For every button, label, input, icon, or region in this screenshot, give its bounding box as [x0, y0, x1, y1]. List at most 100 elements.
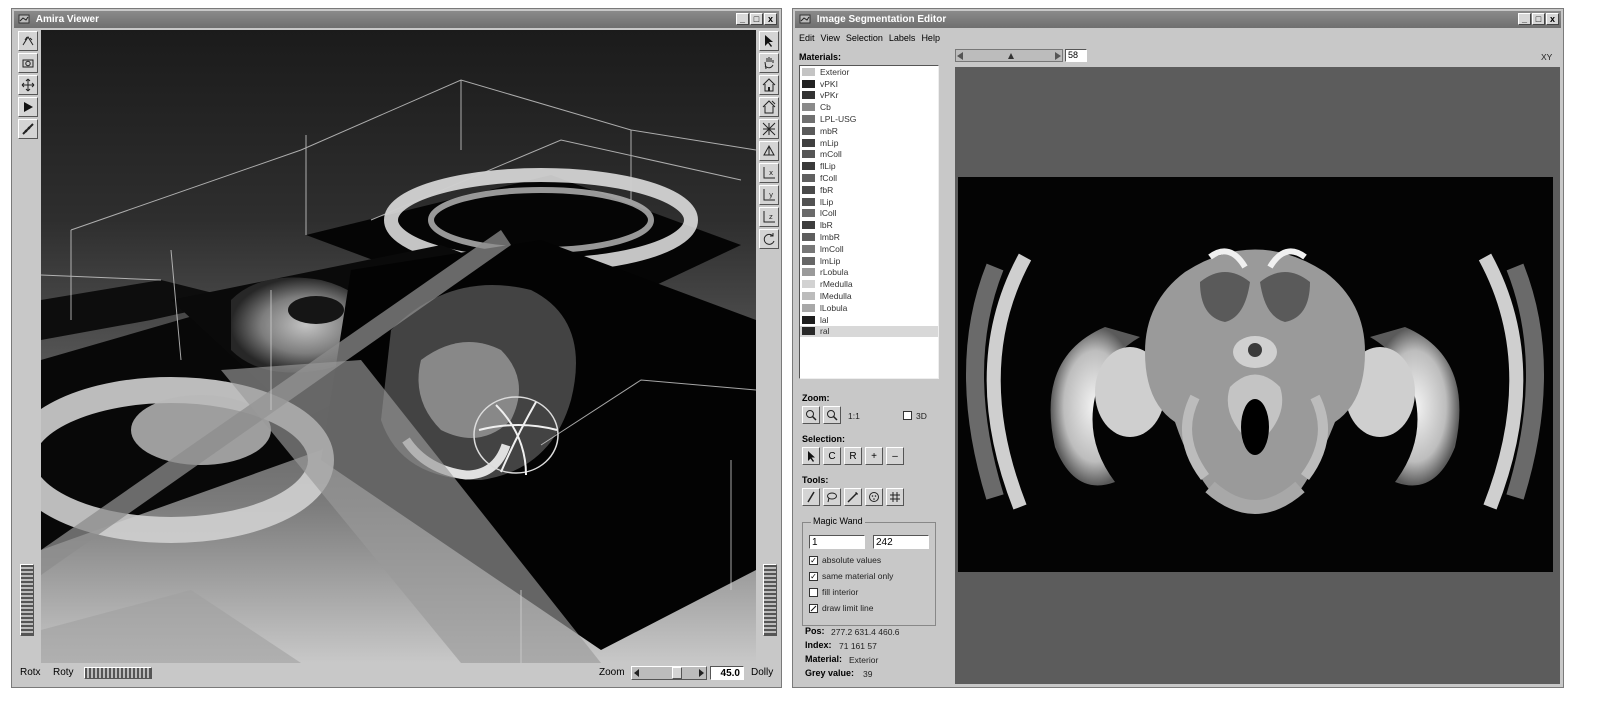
material-item[interactable]: LPL-USG	[800, 113, 938, 125]
slice-slider-thumb[interactable]	[1008, 53, 1014, 59]
selection-clear-button[interactable]: C	[823, 447, 841, 465]
wand-high-field[interactable]: 242	[873, 535, 929, 549]
lasso-icon[interactable]	[823, 488, 841, 506]
zoom-slider[interactable]	[631, 666, 707, 680]
wand-low-field[interactable]: 1	[809, 535, 865, 549]
roty-label: Roty	[53, 667, 74, 678]
close-button[interactable]: x	[1546, 13, 1559, 25]
set-home-icon[interactable]	[759, 97, 779, 117]
menu-view[interactable]: View	[821, 33, 840, 43]
selection-replace-button[interactable]: R	[844, 447, 862, 465]
same-material-checkbox[interactable]: ✓	[809, 572, 818, 581]
material-item[interactable]: mColl	[800, 149, 938, 161]
menu-selection[interactable]: Selection	[846, 33, 883, 43]
draw-limit-line-icon[interactable]	[809, 604, 818, 613]
material-item[interactable]: Exterior	[800, 66, 938, 78]
slice-slider[interactable]	[955, 49, 1063, 62]
interact-icon[interactable]	[18, 31, 38, 51]
absolute-values-checkbox[interactable]: ✓	[809, 556, 818, 565]
material-color-swatch	[802, 280, 815, 289]
minimize-button[interactable]: _	[1518, 13, 1531, 25]
perspective-icon[interactable]	[759, 141, 779, 161]
rotx-thumbwheel[interactable]	[20, 564, 34, 636]
axis-z-icon[interactable]: z	[759, 207, 779, 227]
material-item[interactable]: lbR	[800, 219, 938, 231]
menu-labels[interactable]: Labels	[889, 33, 916, 43]
axis-y-icon[interactable]: y	[759, 185, 779, 205]
zoom-right-arrow-icon[interactable]	[699, 669, 704, 677]
fill-interior-checkbox[interactable]	[809, 588, 818, 597]
material-name: Cb	[820, 102, 831, 113]
maximize-button[interactable]: □	[1532, 13, 1545, 25]
material-item[interactable]: Cb	[800, 101, 938, 113]
material-item[interactable]: vPKI	[800, 78, 938, 90]
material-item[interactable]: lLobula	[800, 302, 938, 314]
zoom-left-arrow-icon[interactable]	[634, 669, 639, 677]
pointer-icon[interactable]	[759, 31, 779, 51]
axis-x-icon[interactable]: x	[759, 163, 779, 183]
blob-icon[interactable]	[865, 488, 883, 506]
grid-icon[interactable]	[886, 488, 904, 506]
material-item[interactable]: vPKr	[800, 90, 938, 102]
material-item[interactable]: lColl	[800, 208, 938, 220]
zoom-value-field[interactable]: 45.0	[710, 666, 744, 680]
selection-subtract-button[interactable]: –	[886, 447, 904, 465]
roty-thumbwheel[interactable]	[84, 667, 152, 679]
dolly-thumbwheel[interactable]	[763, 564, 777, 636]
material-item[interactable]: ral	[800, 325, 938, 338]
material-name: ral	[820, 326, 830, 337]
rotate-icon[interactable]	[759, 229, 779, 249]
absolute-values-label: absolute values	[822, 555, 882, 565]
3d-viewport[interactable]	[41, 30, 756, 663]
slice-number-field[interactable]: 58	[1065, 49, 1087, 62]
menu-help[interactable]: Help	[921, 33, 940, 43]
amira-viewer-window: Amira Viewer _ □ x x y z Rotx Roty Zoom …	[11, 8, 782, 688]
3d-label: 3D	[916, 411, 927, 421]
home-icon[interactable]	[759, 75, 779, 95]
view-all-icon[interactable]	[759, 119, 779, 139]
slice-viewport[interactable]	[955, 67, 1560, 684]
material-item[interactable]: lmColl	[800, 243, 938, 255]
zoom-in-icon[interactable]	[802, 406, 820, 424]
selection-add-button[interactable]: +	[865, 447, 883, 465]
minimize-button[interactable]: _	[736, 13, 749, 25]
material-item[interactable]: mbR	[800, 125, 938, 137]
magic-wand-icon[interactable]	[844, 488, 862, 506]
material-name: LPL-USG	[820, 114, 857, 125]
slice-prev-icon[interactable]	[957, 52, 963, 60]
move-icon[interactable]	[18, 75, 38, 95]
material-color-swatch	[802, 244, 815, 253]
select-pointer-icon[interactable]	[802, 447, 820, 465]
maximize-button[interactable]: □	[750, 13, 763, 25]
material-item[interactable]: fbR	[800, 184, 938, 196]
material-item[interactable]: rMedulla	[800, 278, 938, 290]
magic-wand-label: Magic Wand	[811, 516, 865, 526]
viewer-titlebar[interactable]: Amira Viewer _ □ x	[14, 11, 779, 28]
measure-icon[interactable]	[18, 119, 38, 139]
menu-edit[interactable]: Edit	[799, 33, 815, 43]
material-item[interactable]: lmbR	[800, 231, 938, 243]
material-item[interactable]: rLobula	[800, 267, 938, 279]
3d-checkbox[interactable]	[903, 411, 912, 420]
hand-icon[interactable]	[759, 53, 779, 73]
camera-icon[interactable]	[18, 53, 38, 73]
material-item[interactable]: flLip	[800, 160, 938, 172]
material-color-swatch	[802, 67, 815, 76]
materials-list[interactable]: Exterior vPKI vPKr Cb LPL-USG mbR mLip mColl flL…	[799, 65, 939, 379]
close-button[interactable]: x	[764, 13, 777, 25]
brush-icon[interactable]	[802, 488, 820, 506]
svg-text:z: z	[769, 213, 773, 221]
material-item[interactable]: lal	[800, 314, 938, 326]
material-color-swatch	[802, 103, 815, 112]
same-material-label: same material only	[822, 571, 894, 581]
material-item[interactable]: lmLip	[800, 255, 938, 267]
zoom-out-icon[interactable]	[823, 406, 841, 424]
slice-next-icon[interactable]	[1055, 52, 1061, 60]
material-item[interactable]: mLip	[800, 137, 938, 149]
material-item[interactable]: lLip	[800, 196, 938, 208]
play-icon[interactable]	[18, 97, 38, 117]
material-item[interactable]: fColl	[800, 172, 938, 184]
material-item[interactable]: lMedulla	[800, 290, 938, 302]
editor-titlebar[interactable]: Image Segmentation Editor _ □ x	[795, 11, 1561, 28]
zoom-slider-thumb[interactable]	[672, 667, 682, 679]
